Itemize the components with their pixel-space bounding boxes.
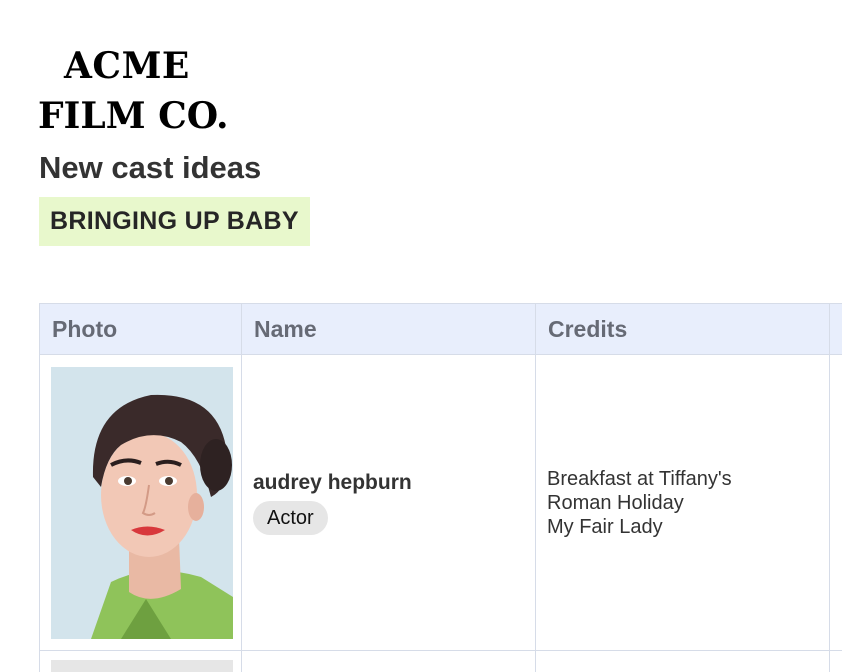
logo-line-1: ACME [64,44,190,88]
project-tag: BRINGING UP BABY [39,197,310,246]
credits-cell [535,650,830,672]
extra-cell [829,650,842,672]
column-header-name[interactable]: Name [241,303,536,355]
name-cell: audrey hepburn Actor [241,354,536,651]
role-badge: Actor [253,500,328,535]
cast-table: Photo Name Credits audrey hepburn Actor … [39,303,842,672]
table-row[interactable]: audrey hepburn Actor Breakfast at Tiffan… [39,354,842,651]
actor-name[interactable]: audrey hepburn [253,471,535,495]
actor-photo[interactable] [51,660,233,672]
table-row[interactable] [39,650,842,672]
company-logo: ACME FILM CO. [38,44,229,138]
cast-table-container: Photo Name Credits audrey hepburn Actor … [39,303,842,672]
column-header-extra[interactable] [829,303,842,355]
actor-photo[interactable] [51,366,233,639]
credit-item: Breakfast at Tiffany's [547,467,732,490]
name-cell [241,650,536,672]
photo-cell [39,650,242,672]
extra-cell [829,354,842,651]
photo-cell [39,354,242,651]
portrait-image [51,366,233,639]
credits-cell: Breakfast at Tiffany's Roman Holiday My … [535,354,830,651]
column-header-credits[interactable]: Credits [535,303,830,355]
table-header-row: Photo Name Credits [39,303,842,355]
column-header-photo[interactable]: Photo [39,303,242,355]
credit-item: My Fair Lady [547,515,663,538]
logo-line-2: FILM CO. [38,95,229,137]
page-title: New cast ideas [39,150,262,185]
credit-item: Roman Holiday [547,491,684,514]
